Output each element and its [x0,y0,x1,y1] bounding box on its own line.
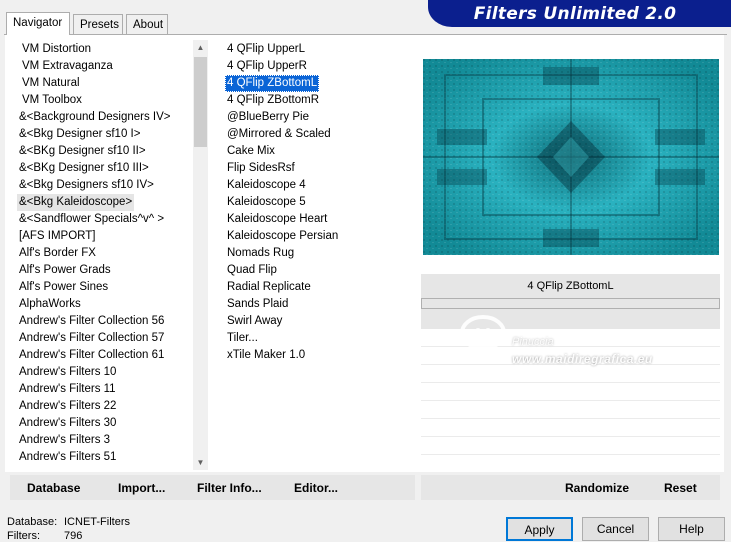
filter-item[interactable]: Kaleidoscope Persian [225,228,340,245]
category-item[interactable]: VM Distortion [20,41,93,58]
category-item[interactable]: Andrew's Filters 3 [17,432,112,449]
category-item[interactable]: Andrew's Filter Collection 56 [17,313,166,330]
category-item[interactable]: &<BKg Designer sf10 III> [17,160,151,177]
scrollbar-thumb[interactable] [194,57,207,147]
category-item[interactable]: AlphaWorks [17,296,83,313]
category-item[interactable]: Andrew's Filter Collection 57 [17,330,166,347]
cancel-button[interactable]: Cancel [582,517,649,541]
import-button[interactable]: Import... [118,481,165,495]
category-item[interactable]: Alf's Border FX [17,245,98,262]
database-value: ICNET-Filters [64,516,130,528]
category-item[interactable]: Andrew's Filters 51 [17,449,118,466]
control-row-divider [421,382,720,383]
category-item[interactable]: &<Bkg Designers sf10 IV> [17,177,156,194]
database-button[interactable]: Database [27,481,80,495]
category-item[interactable]: Alf's Power Grads [17,262,113,279]
watermark-url: www.maidiregrafica.eu [512,352,653,366]
editor-button[interactable]: Editor... [294,481,338,495]
category-item[interactable]: Andrew's Filters 11 [17,381,118,398]
filter-info-button[interactable]: Filter Info... [197,481,262,495]
category-item[interactable]: [AFS IMPORT] [17,228,97,245]
category-item[interactable]: &<Sandflower Specials^v^ > [17,211,166,228]
filter-item[interactable]: Radial Replicate [225,279,313,296]
selected-filter-name: 4 QFlip ZBottomL [421,274,720,298]
filter-item[interactable]: 4 QFlip ZBottomL [225,75,320,92]
filter-item[interactable]: Sands Plaid [225,296,290,313]
control-row-divider [421,436,720,437]
filter-item[interactable]: 4 QFlip ZBottomR [225,92,321,109]
category-item[interactable]: Andrew's Filters 10 [17,364,118,381]
filter-item[interactable]: xTile Maker 1.0 [225,347,307,364]
database-label: Database: [7,516,58,528]
progress-bar [421,298,720,309]
help-button[interactable]: Help [658,517,725,541]
filter-item[interactable]: @Mirrored & Scaled [225,126,333,143]
category-item[interactable]: Alf's Power Sines [17,279,110,296]
tab-about[interactable]: About [126,14,168,34]
category-item[interactable]: VM Natural [20,75,82,92]
category-item[interactable]: &<Bkg Designer sf10 I> [17,126,142,143]
apply-button[interactable]: Apply [506,517,573,541]
filter-item[interactable]: @BlueBerry Pie [225,109,311,126]
filter-item[interactable]: Swirl Away [225,313,284,330]
tab-presets[interactable]: Presets [73,14,123,34]
category-item[interactable]: Andrew's Filters 30 [17,415,118,432]
chevron-up-icon[interactable]: ▲ [193,43,208,52]
control-row-divider [421,418,720,419]
filter-item[interactable]: 4 QFlip UpperR [225,58,309,75]
filter-preview-image [423,59,719,255]
category-item[interactable]: VM Extravaganza [20,58,115,75]
category-item[interactable]: Andrew's Filter Collection 61 [17,347,166,364]
category-item[interactable]: VM Toolbox [20,92,84,109]
tab-navigator[interactable]: Navigator [6,12,70,35]
filter-item[interactable]: 4 QFlip UpperL [225,41,307,58]
filter-item[interactable]: Quad Flip [225,262,279,279]
app-title: Filters Unlimited 2.0 [473,4,677,24]
filter-item[interactable]: Nomads Rug [225,245,296,262]
watermark-logo [458,311,508,353]
filter-item[interactable]: Kaleidoscope 4 [225,177,308,194]
filter-item[interactable]: Kaleidoscope Heart [225,211,329,228]
category-item[interactable]: &<Background Designers IV> [17,109,173,126]
filter-item[interactable]: Tiler... [225,330,260,347]
chevron-down-icon[interactable]: ▼ [193,458,208,467]
filters-count-value: 796 [64,530,83,542]
filters-count-label: Filters: [7,530,40,542]
filter-item[interactable]: Cake Mix [225,143,277,160]
reset-button[interactable]: Reset [664,481,697,495]
watermark-author: Pinuccia [512,336,554,348]
filter-item[interactable]: Flip SidesRsf [225,160,297,177]
category-item[interactable]: Andrew's Filters 22 [17,398,118,415]
control-row-divider [421,454,720,455]
category-item[interactable]: &<Bkg Kaleidoscope> [17,194,135,211]
category-item[interactable]: &<BKg Designer sf10 II> [17,143,148,160]
filter-item[interactable]: Kaleidoscope 5 [225,194,308,211]
control-row-divider [421,400,720,401]
randomize-button[interactable]: Randomize [565,481,629,495]
